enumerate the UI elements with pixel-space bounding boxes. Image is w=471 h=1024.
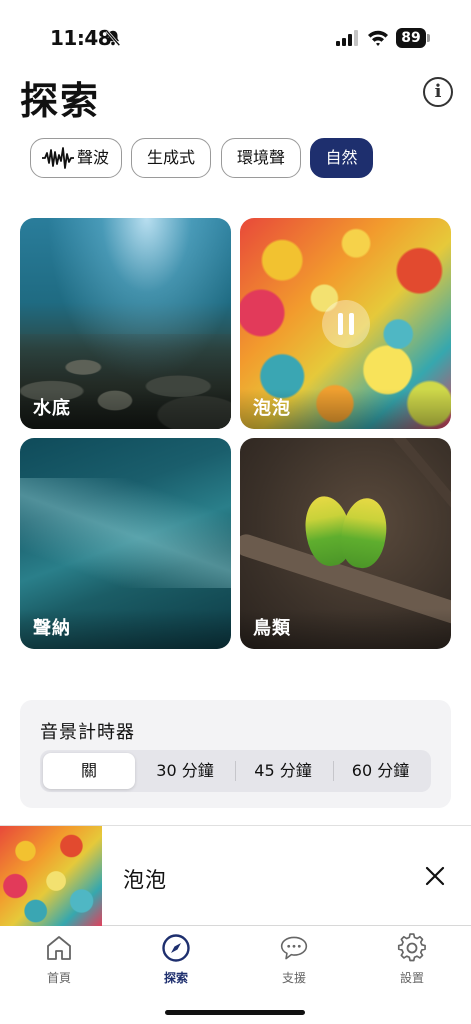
mini-player[interactable]: 泡泡 [0, 825, 471, 926]
card-underwater[interactable]: 水底 [20, 218, 231, 429]
status-time: 11:48 [50, 26, 112, 50]
timer-option-off[interactable]: 關 [43, 753, 135, 789]
gear-icon [397, 933, 426, 962]
card-label: 泡泡 [253, 398, 291, 419]
chip-label: 聲波 [77, 148, 110, 167]
info-button[interactable]: i [423, 77, 453, 107]
tab-support[interactable]: 支援 [254, 933, 334, 993]
card-image [20, 478, 231, 588]
chip-nature[interactable]: 自然 [310, 138, 373, 178]
home-icon [47, 936, 71, 960]
close-icon[interactable] [423, 864, 447, 888]
tab-label: 探索 [163, 971, 188, 985]
page-title: 探索 [20, 79, 101, 123]
card-sonar[interactable]: 聲納 [20, 438, 231, 649]
home-indicator [165, 1010, 305, 1015]
segment-divider [235, 761, 236, 781]
tab-home[interactable]: 首頁 [19, 933, 99, 993]
soundscape-timer: 音景計時器 關 30 分鐘 45 分鐘 60 分鐘 [20, 700, 451, 808]
battery-tip [427, 34, 430, 42]
card-label: 水底 [33, 398, 71, 419]
tab-label: 設置 [399, 971, 424, 985]
chip-soundwave[interactable]: 聲波 [30, 138, 122, 178]
card-birds[interactable]: 鳥類 [240, 438, 451, 649]
chip-ambient[interactable]: 環境聲 [221, 138, 301, 178]
chat-bubble-icon [280, 936, 308, 960]
timer-option-30[interactable]: 30 分鐘 [137, 753, 233, 789]
timer-option-45[interactable]: 45 分鐘 [235, 753, 331, 789]
tab-explore[interactable]: 探索 [136, 933, 216, 993]
compass-icon [162, 934, 190, 962]
timer-segmented-control: 關 30 分鐘 45 分鐘 60 分鐘 [40, 750, 431, 792]
timer-title: 音景計時器 [40, 722, 135, 743]
info-icon: i [434, 81, 442, 102]
tab-label: 首頁 [46, 971, 71, 985]
timer-option-60[interactable]: 60 分鐘 [333, 753, 428, 789]
card-label: 鳥類 [253, 618, 291, 639]
chip-generative[interactable]: 生成式 [131, 138, 211, 178]
card-bubbles[interactable]: 泡泡 [240, 218, 451, 429]
card-image [377, 438, 451, 513]
card-image [337, 495, 391, 571]
now-playing-title: 泡泡 [123, 868, 167, 892]
wifi-icon [368, 30, 388, 46]
tab-label: 支援 [281, 971, 306, 985]
cellular-signal-icon [336, 30, 358, 46]
card-label: 聲納 [33, 618, 71, 639]
pause-icon[interactable] [322, 300, 370, 348]
waveform-icon [42, 147, 74, 169]
bell-slash-icon [105, 29, 121, 47]
battery-indicator: 89 [396, 28, 426, 48]
status-bar: 11:48 89 [0, 0, 471, 70]
now-playing-artwork [0, 826, 102, 926]
tab-settings[interactable]: 設置 [372, 933, 452, 993]
